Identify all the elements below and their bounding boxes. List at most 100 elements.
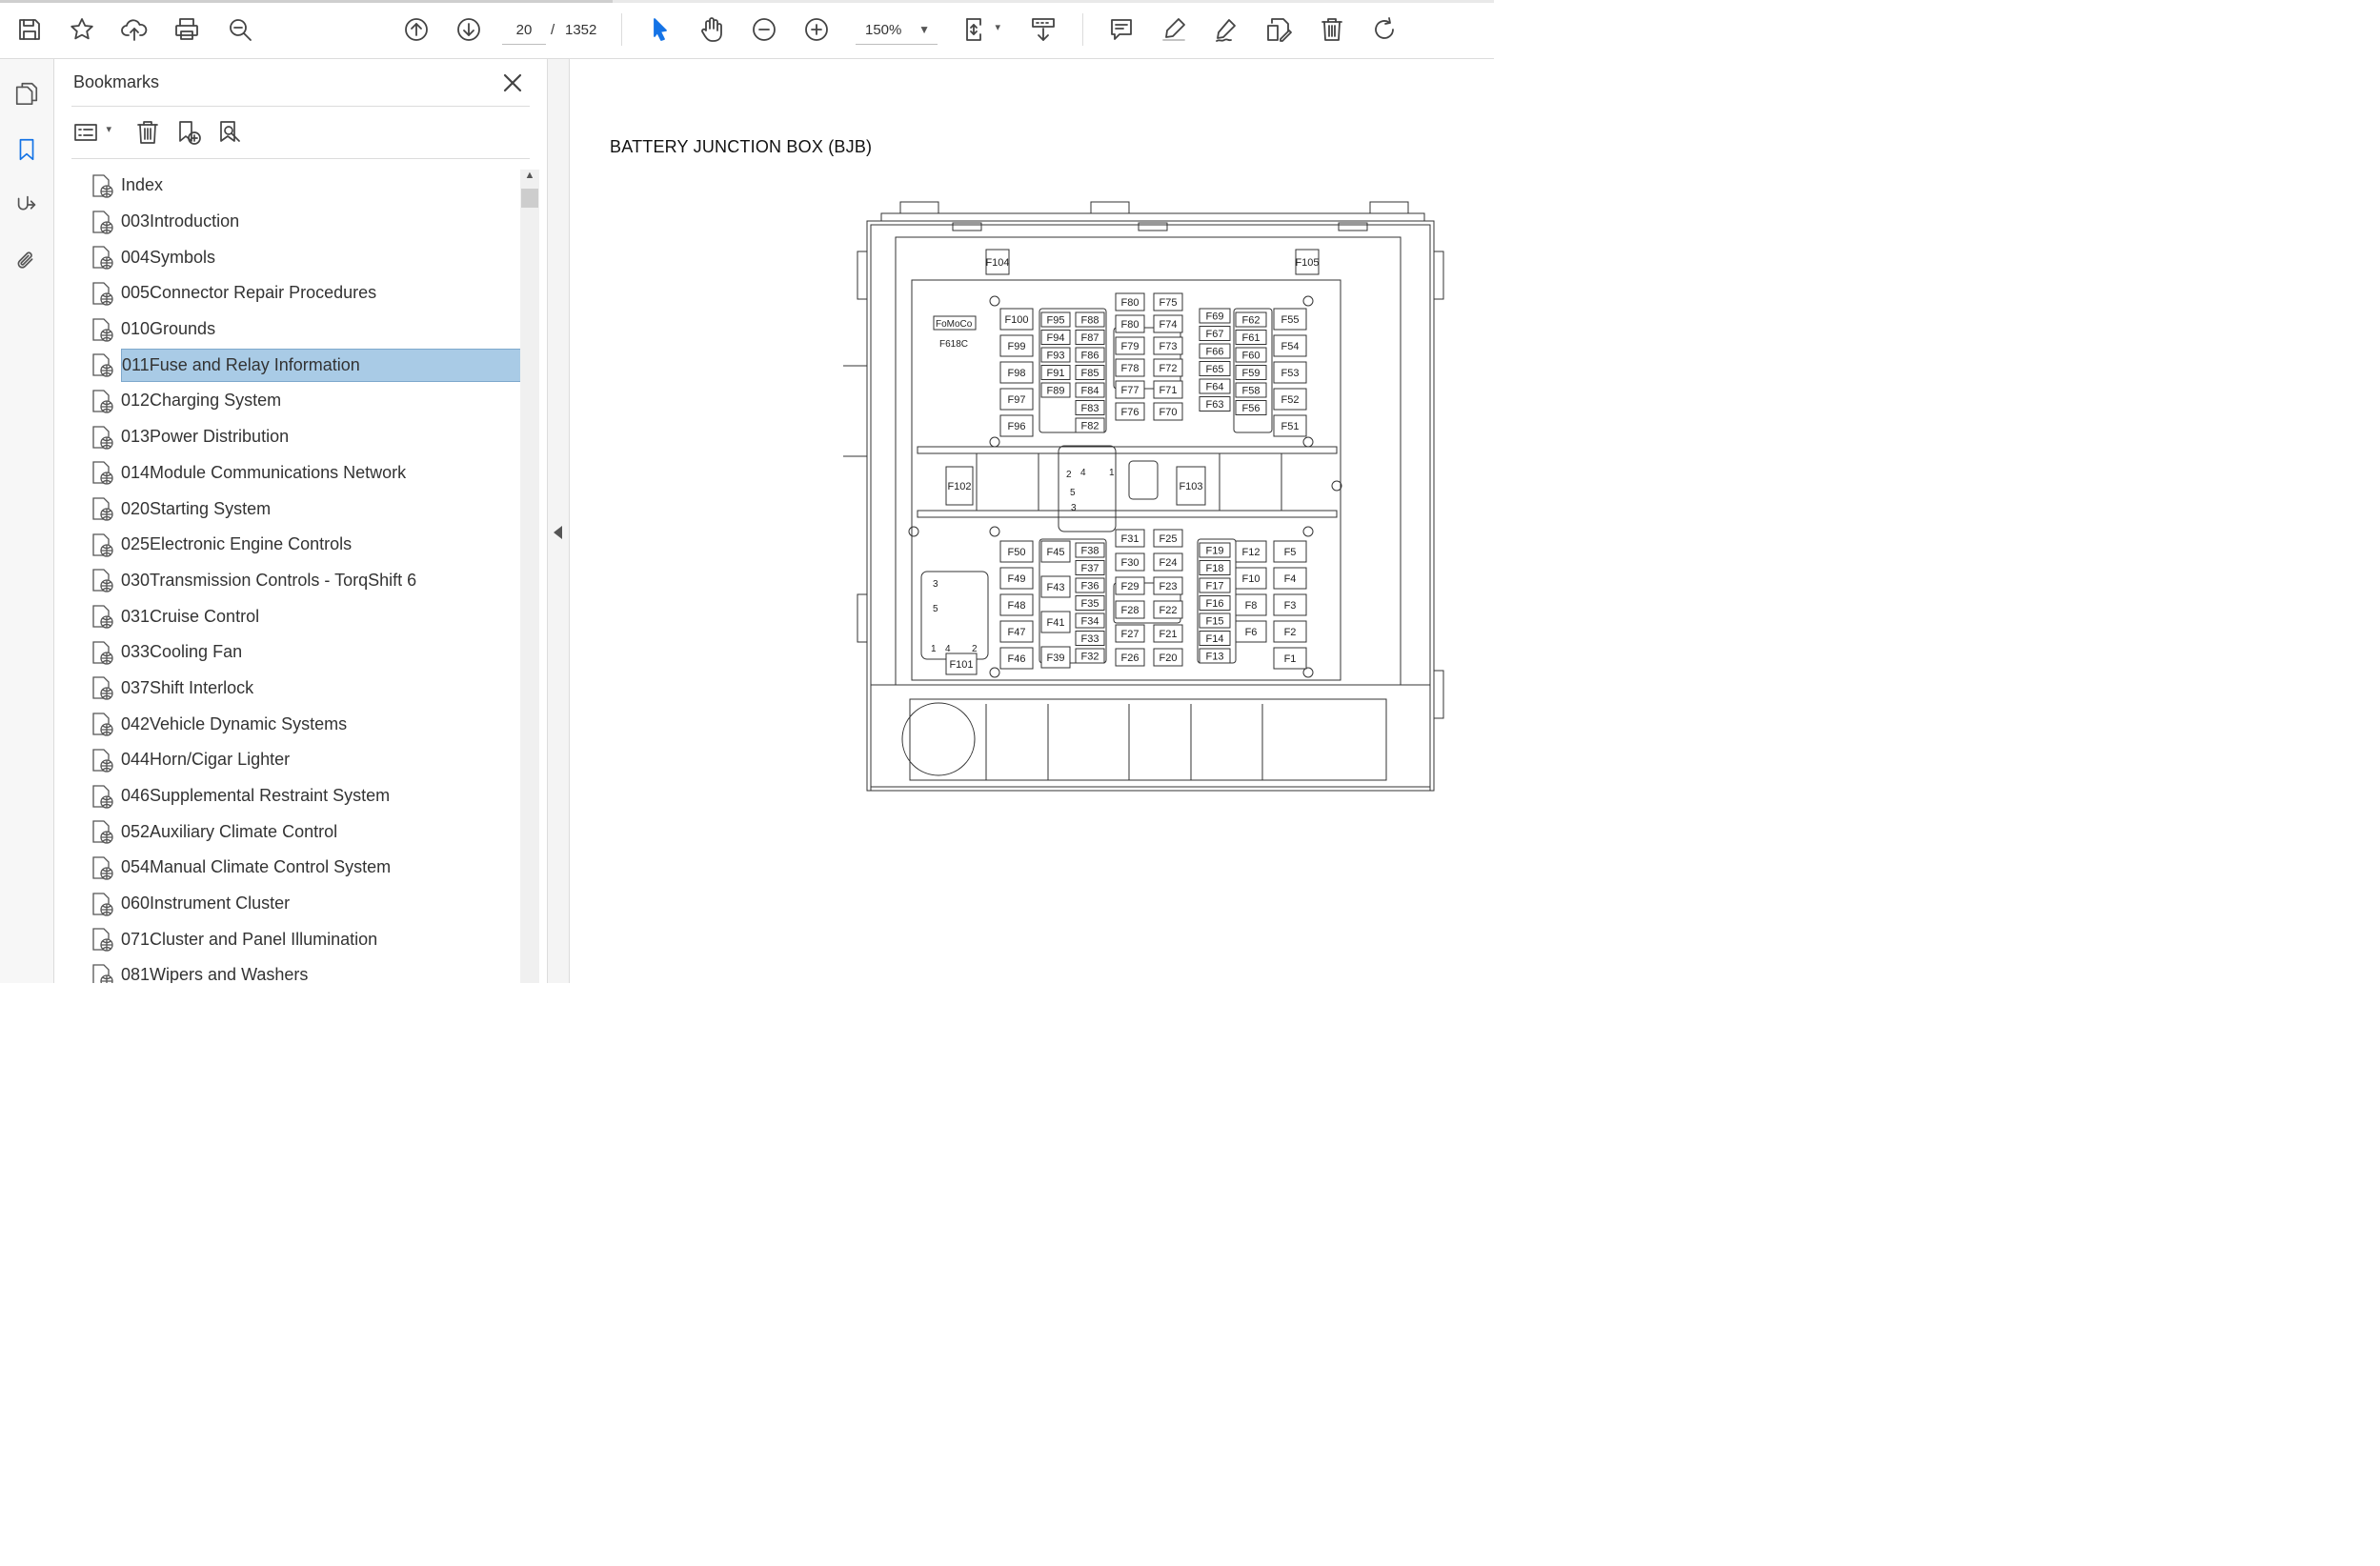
cloud-upload-icon[interactable] — [118, 13, 151, 46]
web-page-bookmark-icon — [91, 244, 115, 271]
bookmark-item[interactable]: 081Wipers and Washers — [89, 957, 521, 983]
delete-bookmark-icon[interactable] — [132, 116, 163, 149]
comment-icon[interactable] — [1105, 13, 1138, 46]
panel-splitter[interactable] — [547, 59, 570, 983]
bookmark-label: 005Connector Repair Procedures — [121, 283, 377, 303]
signature-icon[interactable] — [11, 190, 42, 220]
zoom-level-select[interactable]: 150% ▼ — [856, 16, 938, 45]
scroll-thumb[interactable] — [521, 189, 538, 208]
fuse-label: F37 — [1081, 563, 1099, 574]
fuse-slot: F85 — [1075, 365, 1105, 380]
bookmark-item[interactable]: 031Cruise Control — [89, 598, 521, 634]
bookmark-item[interactable]: 054Manual Climate Control System — [89, 850, 521, 886]
close-icon[interactable] — [500, 70, 525, 95]
fuse-label: F86 — [1081, 351, 1099, 362]
fit-page-icon[interactable] — [960, 13, 1000, 46]
fuse-slot: F14 — [1199, 631, 1231, 646]
bookmark-item[interactable]: 052Auxiliary Climate Control — [89, 813, 521, 850]
bookmark-label: 071Cluster and Panel Illumination — [121, 929, 378, 949]
bookmark-item[interactable]: 010Grounds — [89, 311, 521, 348]
highlight-pen-icon[interactable] — [1158, 13, 1190, 46]
fuse-label: F97 — [1008, 394, 1026, 406]
page-separator: / — [551, 22, 555, 38]
fuse-label: F25 — [1160, 533, 1178, 545]
bookmark-label: 025Electronic Engine Controls — [121, 534, 353, 554]
zoom-in-icon[interactable] — [800, 13, 833, 46]
zoom-out-icon[interactable] — [748, 13, 780, 46]
fuse-slot: F100 — [999, 308, 1034, 331]
bookmark-icon[interactable] — [11, 134, 42, 165]
trash-icon[interactable] — [1316, 13, 1348, 46]
fuse-label: F33 — [1081, 633, 1099, 645]
fuse-label: F52 — [1281, 394, 1300, 406]
fuse-slot: F21 — [1153, 624, 1183, 643]
pages-icon[interactable] — [11, 78, 42, 109]
bookmark-item[interactable]: 071Cluster and Panel Illumination — [89, 921, 521, 957]
star-icon[interactable] — [66, 13, 98, 46]
fuse-slot: F65 — [1199, 361, 1231, 376]
fuse-slot: F71 — [1153, 380, 1183, 399]
fuse-label: F4 — [1284, 573, 1297, 585]
bookmark-item[interactable]: 037Shift Interlock — [89, 671, 521, 707]
bookmark-item[interactable]: 003Introduction — [89, 204, 521, 240]
bookmark-item[interactable]: 013Power Distribution — [89, 419, 521, 455]
fuse-label: F82 — [1081, 421, 1099, 432]
bookmark-item[interactable]: 020Starting System — [89, 491, 521, 527]
bookmark-item[interactable]: 030Transmission Controls - TorqShift 6 — [89, 563, 521, 599]
page-number-input[interactable] — [502, 16, 546, 45]
bookmark-item[interactable]: 004Symbols — [89, 239, 521, 275]
bookmark-item[interactable]: 005Connector Repair Procedures — [89, 275, 521, 311]
bookmark-item[interactable]: 012Charging System — [89, 383, 521, 419]
fuse-label: F61 — [1242, 332, 1261, 344]
select-cursor-icon[interactable] — [643, 13, 676, 46]
save-icon[interactable] — [13, 13, 46, 46]
hand-tool-icon[interactable] — [696, 13, 728, 46]
bookmark-scrollbar[interactable] — [520, 170, 539, 983]
bookmark-label: 081Wipers and Washers — [121, 965, 309, 983]
bookmark-item[interactable]: 060Instrument Cluster — [89, 886, 521, 922]
attachment-icon[interactable] — [11, 246, 42, 276]
arrow-down-circle-icon[interactable] — [453, 13, 485, 46]
divider — [71, 106, 530, 107]
collapse-panel-arrow-icon[interactable] — [554, 526, 562, 539]
bookmark-item[interactable]: 033Cooling Fan — [89, 634, 521, 671]
bookmark-item[interactable]: 011Fuse and Relay Information — [89, 347, 521, 383]
bookmark-options-icon[interactable] — [71, 116, 111, 149]
fuse-label: F71 — [1160, 385, 1178, 396]
fuse-label: F22 — [1160, 605, 1178, 616]
fuse-label: F32 — [1081, 652, 1099, 663]
bookmark-item[interactable]: Index — [89, 168, 521, 204]
scroll-mode-icon[interactable] — [1027, 13, 1059, 46]
fuse-slot: F2 — [1273, 620, 1307, 643]
find-bookmark-icon[interactable] — [214, 116, 245, 149]
fuse-label: F84 — [1081, 386, 1099, 397]
rotate-icon[interactable] — [1368, 13, 1401, 46]
web-page-bookmark-icon — [91, 962, 115, 983]
bookmark-item[interactable]: 046Supplemental Restraint System — [89, 778, 521, 814]
bookmark-item[interactable]: 014Module Communications Network — [89, 455, 521, 492]
fill-sign-icon[interactable] — [1210, 13, 1242, 46]
fuse-label: F45 — [1047, 547, 1065, 558]
bookmark-label: 004Symbols — [121, 247, 216, 267]
fuse-slot: F18 — [1199, 560, 1231, 575]
fuse-slot: F101 — [945, 652, 978, 675]
fuse-slot: F4 — [1273, 567, 1307, 590]
bookmark-item[interactable]: 025Electronic Engine Controls — [89, 527, 521, 563]
print-icon[interactable] — [171, 13, 203, 46]
fuse-label: F49 — [1008, 573, 1026, 585]
add-bookmark-icon[interactable] — [173, 116, 204, 149]
bookmark-item[interactable]: 044Horn/Cigar Lighter — [89, 742, 521, 778]
fuse-slot: F43 — [1040, 575, 1071, 598]
scroll-up-arrow-icon[interactable]: ▲ — [520, 170, 539, 187]
web-page-bookmark-icon — [91, 674, 115, 701]
bookmark-item[interactable]: 042Vehicle Dynamic Systems — [89, 706, 521, 742]
bookmark-label: 030Transmission Controls - TorqShift 6 — [121, 570, 417, 590]
fuse-slot: F47 — [999, 620, 1034, 643]
fuse-label: F12 — [1242, 547, 1261, 558]
search-zoom-icon[interactable] — [224, 13, 256, 46]
web-page-bookmark-icon — [91, 351, 115, 378]
arrow-up-circle-icon[interactable] — [400, 13, 433, 46]
edit-pdf-icon[interactable] — [1262, 13, 1295, 46]
fuse-label: F54 — [1281, 341, 1300, 352]
fuse-label: F58 — [1242, 386, 1261, 397]
